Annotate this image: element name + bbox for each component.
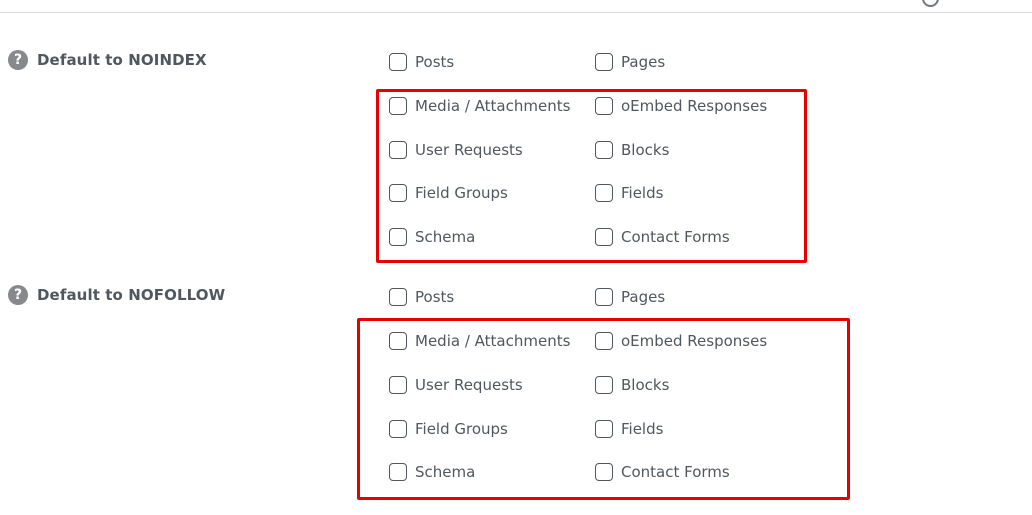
option-label: Schema [415,463,476,481]
noindex-option-user-requests[interactable]: User Requests [389,141,523,159]
question-mark-circle-icon[interactable]: ? [8,285,28,305]
nofollow-option-field-groups[interactable]: Field Groups [389,420,508,438]
noindex-option-field-groups[interactable]: Field Groups [389,184,508,202]
option-label: oEmbed Responses [621,332,768,350]
option-label: Blocks [621,376,670,394]
checkbox[interactable] [389,332,407,350]
nofollow-option-posts[interactable]: Posts [389,288,454,306]
option-label: oEmbed Responses [621,97,768,115]
checkbox[interactable] [595,288,613,306]
option-label: Contact Forms [621,463,730,481]
option-label: Fields [621,184,664,202]
nofollow-option-schema[interactable]: Schema [389,463,475,481]
top-toolbar [0,0,1032,13]
checkbox[interactable] [595,420,613,438]
noindex-option-blocks[interactable]: Blocks [595,141,669,159]
checkbox[interactable] [595,376,613,394]
option-label: Media / Attachments [415,332,571,350]
checkbox[interactable] [595,97,613,115]
option-label: Posts [415,288,455,306]
question-mark-circle-icon[interactable]: ? [8,50,28,70]
option-label: Blocks [621,141,670,159]
checkbox[interactable] [389,141,407,159]
noindex-option-pages[interactable]: Pages [595,53,665,71]
checkbox[interactable] [389,53,407,71]
nofollow-option-user-requests[interactable]: User Requests [389,376,523,394]
option-label: Schema [415,228,476,246]
option-label: Contact Forms [621,228,730,246]
option-label: Media / Attachments [415,97,571,115]
checkbox[interactable] [389,376,407,394]
checkbox[interactable] [389,97,407,115]
checkbox[interactable] [389,184,407,202]
help-tab-icon[interactable] [922,0,939,7]
option-label: Pages [621,53,666,71]
option-label: User Requests [415,141,523,159]
option-label: Pages [621,288,666,306]
nofollow-option-oembed[interactable]: oEmbed Responses [595,332,767,350]
checkbox[interactable] [389,420,407,438]
nofollow-option-media[interactable]: Media / Attachments [389,332,570,350]
nofollow-option-contact-forms[interactable]: Contact Forms [595,463,730,481]
noindex-label: Default to NOINDEX [37,51,207,69]
nofollow-option-fields[interactable]: Fields [595,420,663,438]
nofollow-label-group: ? Default to NOFOLLOW [8,285,225,305]
noindex-option-schema[interactable]: Schema [389,228,475,246]
noindex-label-group: ? Default to NOINDEX [8,50,207,70]
checkbox[interactable] [389,463,407,481]
option-label: Field Groups [415,420,508,438]
checkbox[interactable] [595,463,613,481]
noindex-option-contact-forms[interactable]: Contact Forms [595,228,730,246]
nofollow-option-blocks[interactable]: Blocks [595,376,669,394]
noindex-option-media[interactable]: Media / Attachments [389,97,570,115]
noindex-option-fields[interactable]: Fields [595,184,663,202]
option-label: User Requests [415,376,523,394]
checkbox[interactable] [595,332,613,350]
checkbox[interactable] [595,141,613,159]
noindex-option-oembed[interactable]: oEmbed Responses [595,97,767,115]
checkbox[interactable] [595,228,613,246]
checkbox[interactable] [595,53,613,71]
option-label: Posts [415,53,455,71]
nofollow-option-pages[interactable]: Pages [595,288,665,306]
checkbox[interactable] [389,288,407,306]
option-label: Fields [621,420,664,438]
nofollow-label: Default to NOFOLLOW [37,286,226,304]
option-label: Field Groups [415,184,508,202]
noindex-option-posts[interactable]: Posts [389,53,454,71]
checkbox[interactable] [389,228,407,246]
checkbox[interactable] [595,184,613,202]
